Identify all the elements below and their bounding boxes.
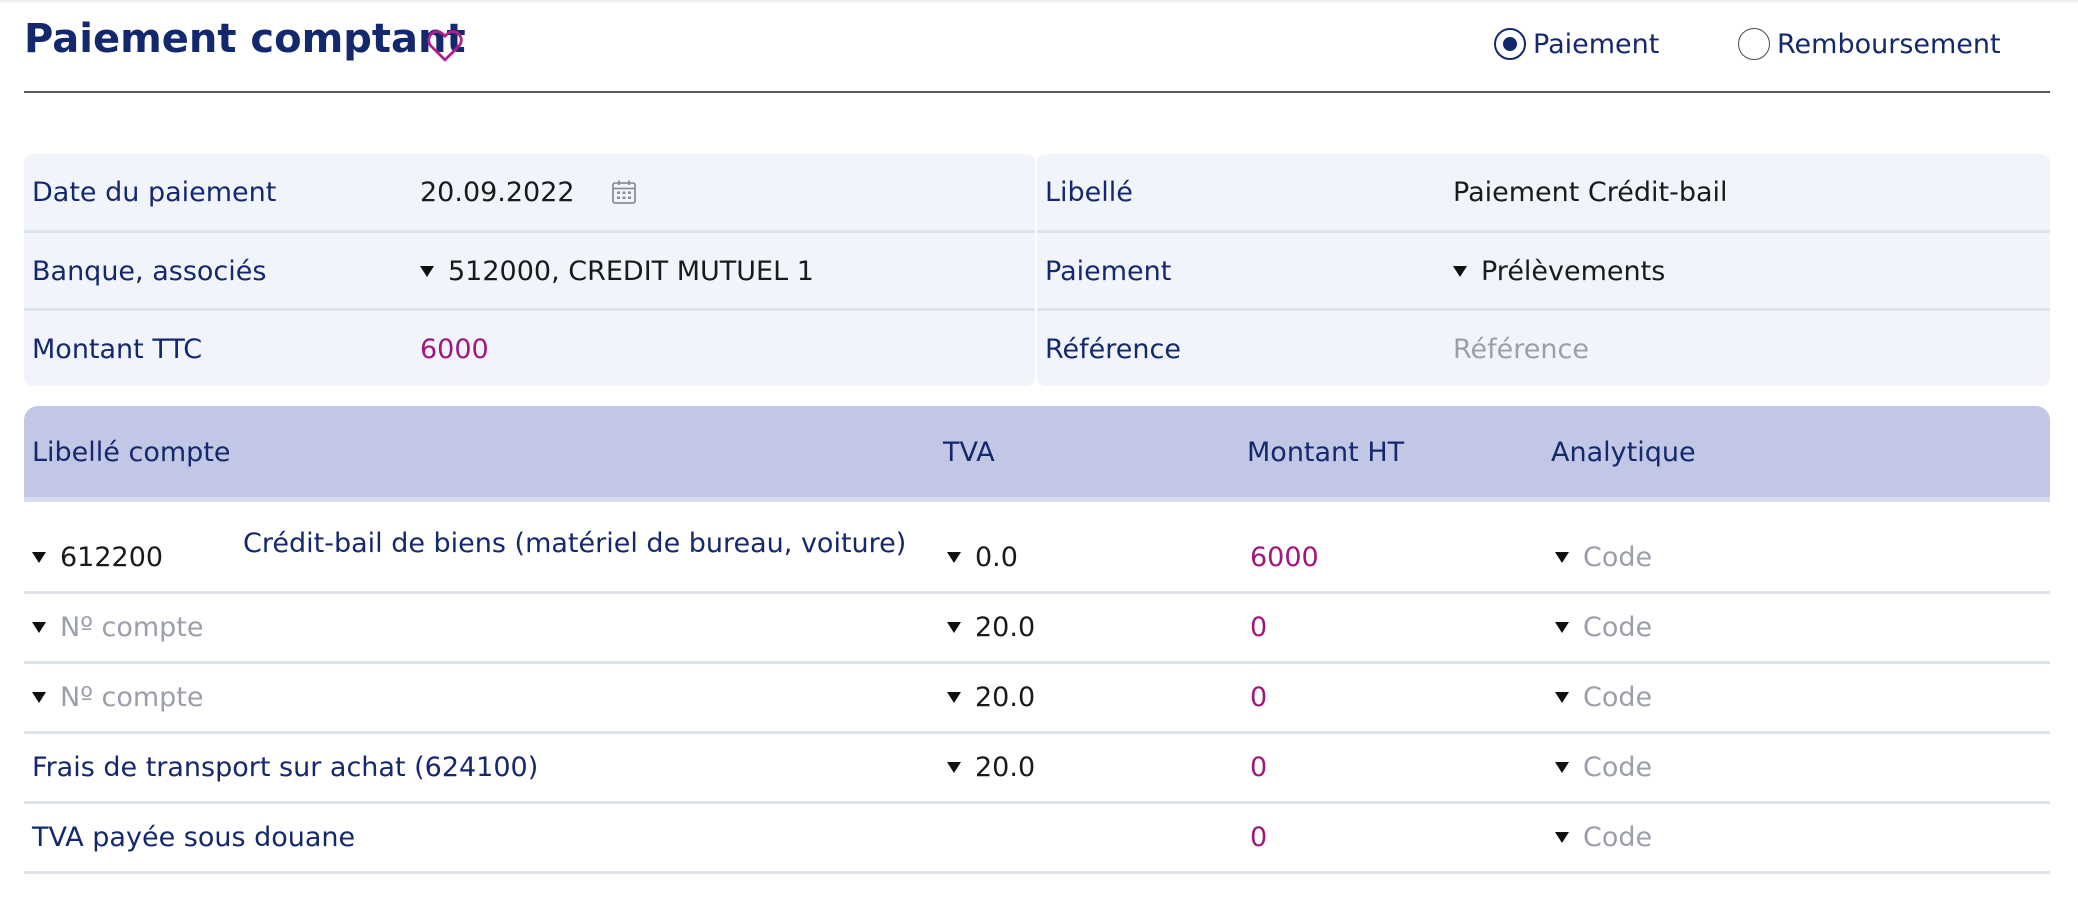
account-label: Frais de transport sur achat (624100) (32, 752, 539, 783)
account-select[interactable]: Nº compte (32, 664, 204, 731)
page-title: Paiement comptant (24, 16, 466, 62)
caret-down-icon[interactable] (1555, 622, 1569, 633)
caret-down-icon[interactable] (1555, 832, 1569, 843)
reference-input[interactable]: Référence (1453, 334, 1589, 365)
field-label: Banque, associés (32, 255, 267, 287)
caret-down-icon[interactable] (947, 622, 961, 633)
account-select[interactable]: 612200 (32, 524, 163, 591)
field-label: Référence (1045, 333, 1181, 365)
date-field[interactable]: 20.09.2022 (420, 177, 637, 208)
tva-select[interactable]: 20.0 (947, 734, 1035, 801)
form-row-montant: Montant TTC 6000 (24, 311, 1035, 387)
form-row-libelle: Libellé Paiement Crédit-bail (1037, 154, 2050, 230)
analytic-code[interactable]: Code (1583, 542, 1652, 573)
table-row: Frais de transport sur achat (624100) 20… (24, 734, 2050, 804)
montant-ttc-input[interactable]: 6000 (420, 334, 489, 365)
form-row-date: Date du paiement 20.09.2022 (24, 154, 1035, 230)
column-header-libelle-compte[interactable]: Libellé compte (32, 406, 231, 498)
table-row: Nº compte 20.0 0 Code (24, 664, 2050, 734)
heart-icon[interactable] (424, 24, 466, 66)
account-label: TVA payée sous douane (32, 822, 356, 853)
caret-down-icon[interactable] (32, 622, 46, 633)
caret-down-icon[interactable] (32, 692, 46, 703)
tva-select[interactable]: 20.0 (947, 594, 1035, 661)
analytic-code[interactable]: Code (1583, 682, 1652, 713)
caret-down-icon[interactable] (1555, 692, 1569, 703)
table-body: 612200 Crédit-bail de biens (matériel de… (24, 524, 2050, 876)
paiement-select[interactable]: Prélèvements (1453, 256, 1665, 287)
paiement-value[interactable]: Prélèvements (1481, 256, 1665, 287)
amount-input[interactable]: 0 (1250, 804, 1267, 871)
tva-select[interactable]: 0.0 (947, 524, 1018, 591)
field-label: Date du paiement (32, 176, 277, 208)
field-label: Paiement (1045, 255, 1172, 287)
caret-down-icon[interactable] (1555, 762, 1569, 773)
form-row-paiement: Paiement Prélèvements (1037, 233, 2050, 309)
caret-down-icon[interactable] (947, 692, 961, 703)
amount-input[interactable]: 0 (1250, 594, 1267, 661)
radio-paiement[interactable]: Paiement (1494, 24, 1659, 64)
table-row: TVA payée sous douane 0 Code (24, 804, 2050, 874)
form-panel-right: Libellé Paiement Crédit-bail Paiement Pr… (1037, 154, 2050, 386)
account-placeholder[interactable]: Nº compte (60, 612, 204, 643)
radio-label: Remboursement (1777, 28, 2001, 60)
top-shadow (0, 0, 2078, 4)
banque-select[interactable]: 512000, CREDIT MUTUEL 1 (420, 256, 814, 287)
date-value[interactable]: 20.09.2022 (420, 177, 575, 208)
table-row: 612200 Crédit-bail de biens (matériel de… (24, 524, 2050, 594)
form-row-reference: Référence Référence (1037, 311, 2050, 387)
caret-down-icon[interactable] (1453, 265, 1467, 277)
header-divider (24, 91, 2050, 93)
form-panel-left: Date du paiement 20.09.2022 Banque, asso… (24, 154, 1035, 386)
tva-value[interactable]: 20.0 (975, 682, 1035, 713)
tva-value[interactable]: 0.0 (975, 542, 1018, 573)
account-number[interactable]: 612200 (60, 542, 163, 573)
caret-down-icon[interactable] (420, 265, 434, 277)
column-header-tva[interactable]: TVA (943, 406, 995, 498)
page-header: Paiement comptant Paiement Remboursement (24, 14, 2050, 76)
caret-down-icon[interactable] (1555, 552, 1569, 563)
amount-input[interactable]: 0 (1250, 664, 1267, 731)
account-select[interactable]: Nº compte (32, 594, 204, 661)
analytic-code[interactable]: Code (1583, 822, 1652, 853)
tva-select[interactable]: 20.0 (947, 664, 1035, 731)
libelle-input[interactable]: Paiement Crédit-bail (1453, 177, 1728, 208)
analytic-select[interactable]: Code (1555, 804, 1652, 871)
caret-down-icon[interactable] (947, 552, 961, 563)
analytic-select[interactable]: Code (1555, 594, 1652, 661)
amount-input[interactable]: 0 (1250, 734, 1267, 801)
tva-value[interactable]: 20.0 (975, 612, 1035, 643)
radio-unchecked-icon[interactable] (1738, 28, 1770, 60)
column-header-analytique[interactable]: Analytique (1551, 406, 1696, 498)
radio-checked-icon[interactable] (1494, 28, 1526, 60)
account-placeholder[interactable]: Nº compte (60, 682, 204, 713)
analytic-select[interactable]: Code (1555, 524, 1652, 591)
field-label: Montant TTC (32, 333, 203, 365)
caret-down-icon[interactable] (947, 762, 961, 773)
analytic-code[interactable]: Code (1583, 752, 1652, 783)
field-label: Libellé (1045, 176, 1133, 208)
form-row-banque: Banque, associés 512000, CREDIT MUTUEL 1 (24, 233, 1035, 309)
radio-remboursement[interactable]: Remboursement (1738, 24, 2001, 64)
column-header-montant-ht[interactable]: Montant HT (1247, 406, 1404, 498)
calendar-icon[interactable] (611, 179, 637, 205)
analytic-select[interactable]: Code (1555, 664, 1652, 731)
table-row: Nº compte 20.0 0 Code (24, 594, 2050, 664)
table-header: Libellé compte TVA Montant HT Analytique (24, 406, 2050, 502)
analytic-select[interactable]: Code (1555, 734, 1652, 801)
account-label: Crédit-bail de biens (matériel de bureau… (243, 528, 907, 559)
banque-value[interactable]: 512000, CREDIT MUTUEL 1 (448, 256, 814, 287)
radio-label: Paiement (1533, 28, 1660, 60)
tva-value[interactable]: 20.0 (975, 752, 1035, 783)
amount-input[interactable]: 6000 (1250, 524, 1319, 591)
caret-down-icon[interactable] (32, 552, 46, 563)
analytic-code[interactable]: Code (1583, 612, 1652, 643)
